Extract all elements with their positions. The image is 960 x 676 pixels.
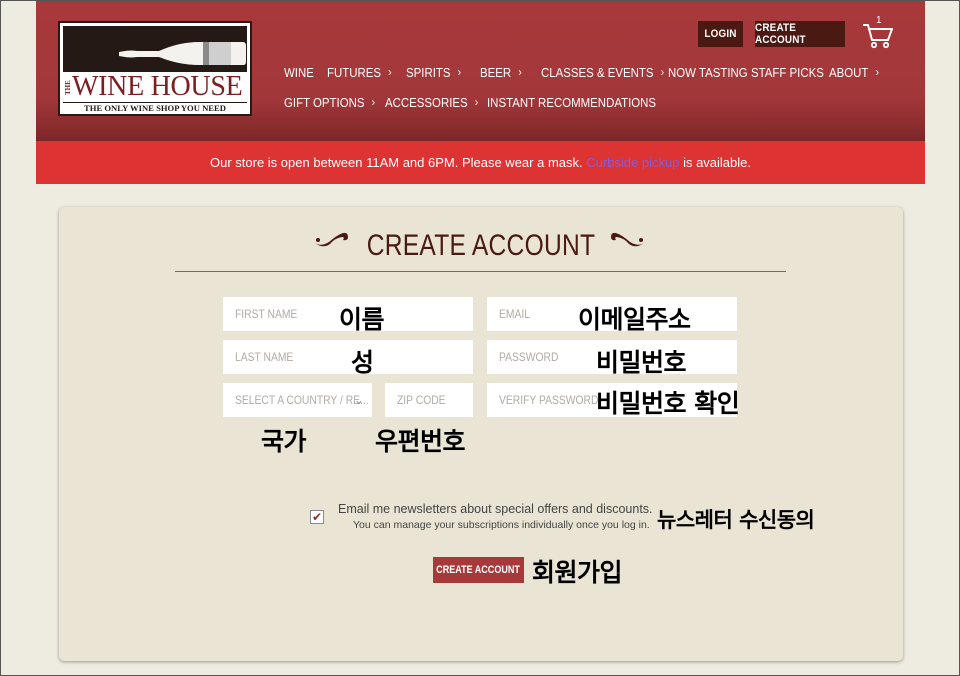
email-placeholder: EMAIL (499, 307, 530, 321)
newsletter-label: Email me newsletters about special offer… (338, 502, 653, 516)
nav-item-label: WINE (284, 64, 314, 80)
annotation-last-name: 성 (351, 348, 374, 377)
annotation-verify-password: 비밀번호 확인 (596, 389, 740, 418)
nav-item-now-tasting[interactable]: NOW TASTING (668, 63, 748, 81)
newsletter-sublabel: You can manage your subscriptions indivi… (353, 519, 650, 531)
zip-code-placeholder: ZIP CODE (397, 393, 446, 407)
annotation-country: 국가 (261, 427, 307, 456)
newsletter-checkbox[interactable]: ✔ (310, 510, 324, 524)
nav-item-label: SPIRITS (406, 64, 451, 80)
banner-text-after: is available. (679, 155, 751, 170)
last-name-placeholder: LAST NAME (235, 350, 294, 364)
logo-name-text: WINE HOUSE (72, 71, 243, 102)
nav-item-instant-recommendations[interactable]: INSTANT RECOMMENDATIONS (487, 93, 656, 111)
annotation-first-name: 이름 (339, 305, 385, 334)
chevron-right-icon: › (875, 65, 879, 79)
annotation-zip: 우편번호 (375, 427, 466, 456)
nav-item-label: NOW TASTING (668, 64, 748, 80)
create-account-header-button[interactable]: CREATE ACCOUNT (755, 21, 845, 47)
nav-item-beer[interactable]: BEER › (480, 63, 522, 81)
login-button[interactable]: LOGIN (698, 21, 743, 47)
wine-bottle-icon (119, 42, 246, 65)
chevron-right-icon: › (474, 95, 479, 109)
title-divider (175, 271, 786, 272)
logo-the-text: THE (64, 80, 72, 96)
nav-item-futures[interactable]: FUTURES › (327, 63, 392, 81)
chevron-right-icon: › (371, 95, 376, 109)
nav-item-label: CLASSES & EVENTS (541, 64, 654, 80)
annotation-email: 이메일주소 (578, 305, 691, 334)
chevron-down-icon: ⌄ (353, 393, 364, 407)
nav-item-label: ACCESSORIES (385, 94, 468, 110)
password-placeholder: PASSWORD (499, 350, 559, 364)
zip-code-input[interactable]: ZIP CODE (385, 383, 473, 417)
logo-tagline: THE ONLY WINE SHOP YOU NEED (63, 102, 247, 113)
nav-item-spirits[interactable]: SPIRITS › (406, 63, 461, 81)
nav-item-accessories[interactable]: ACCESSORIES › (385, 93, 478, 111)
nav-item-label: ABOUT (829, 64, 869, 80)
annotation-submit: 회원가입 (532, 558, 623, 587)
nav-item-gift-options[interactable]: GIFT OPTIONS › (284, 93, 375, 111)
country-select[interactable]: SELECT A COUNTRY / RE... ⌄ (223, 383, 372, 417)
site-header: THE WINE HOUSE THE ONLY WINE SHOP YOU NE… (36, 0, 925, 141)
curbside-pickup-link[interactable]: Curbside pickup (586, 155, 679, 170)
annotation-password: 비밀번호 (596, 348, 687, 377)
nav-item-classes-events[interactable]: CLASSES & EVENTS › (541, 63, 664, 81)
mustache-ornament-icon (611, 232, 644, 247)
chevron-right-icon: › (388, 65, 392, 79)
store-hours-banner: Our store is open between 11AM and 6PM. … (36, 141, 925, 184)
logo-bottle-band (63, 26, 247, 72)
nav-item-about[interactable]: ABOUT › (829, 63, 879, 81)
create-account-submit-button[interactable]: CREATE ACCOUNT (433, 557, 524, 583)
nav-item-wine[interactable]: WINE (284, 63, 314, 81)
nav-item-label: GIFT OPTIONS (284, 94, 365, 110)
nav-item-label: STAFF PICKS (751, 64, 824, 80)
nav-item-label: FUTURES (327, 64, 382, 80)
cart-count-badge: 1 (876, 15, 882, 26)
verify-password-placeholder: VERIFY PASSWORD (499, 393, 599, 407)
banner-text-before: Our store is open between 11AM and 6PM. … (210, 155, 587, 170)
submit-label: CREATE ACCOUNT (436, 564, 521, 576)
nav-item-label: BEER (480, 64, 512, 80)
nav-item-staff-picks[interactable]: STAFF PICKS (751, 63, 824, 81)
last-name-input[interactable]: LAST NAME (223, 340, 473, 374)
country-placeholder: SELECT A COUNTRY / RE... (235, 393, 369, 407)
check-icon: ✔ (311, 510, 323, 524)
first-name-placeholder: FIRST NAME (235, 307, 298, 321)
chevron-right-icon: › (660, 65, 665, 79)
annotation-newsletter: 뉴스레터 수신동의 (657, 508, 815, 532)
chevron-right-icon: › (518, 65, 522, 79)
chevron-right-icon: › (457, 65, 462, 79)
nav-item-label: INSTANT RECOMMENDATIONS (487, 94, 657, 110)
create-account-card: CREATE ACCOUNT FIRST NAME LAST NAME SELE… (59, 207, 903, 661)
wine-house-logo[interactable]: THE WINE HOUSE THE ONLY WINE SHOP YOU NE… (58, 21, 252, 116)
page-title: CREATE ACCOUNT (366, 229, 596, 262)
